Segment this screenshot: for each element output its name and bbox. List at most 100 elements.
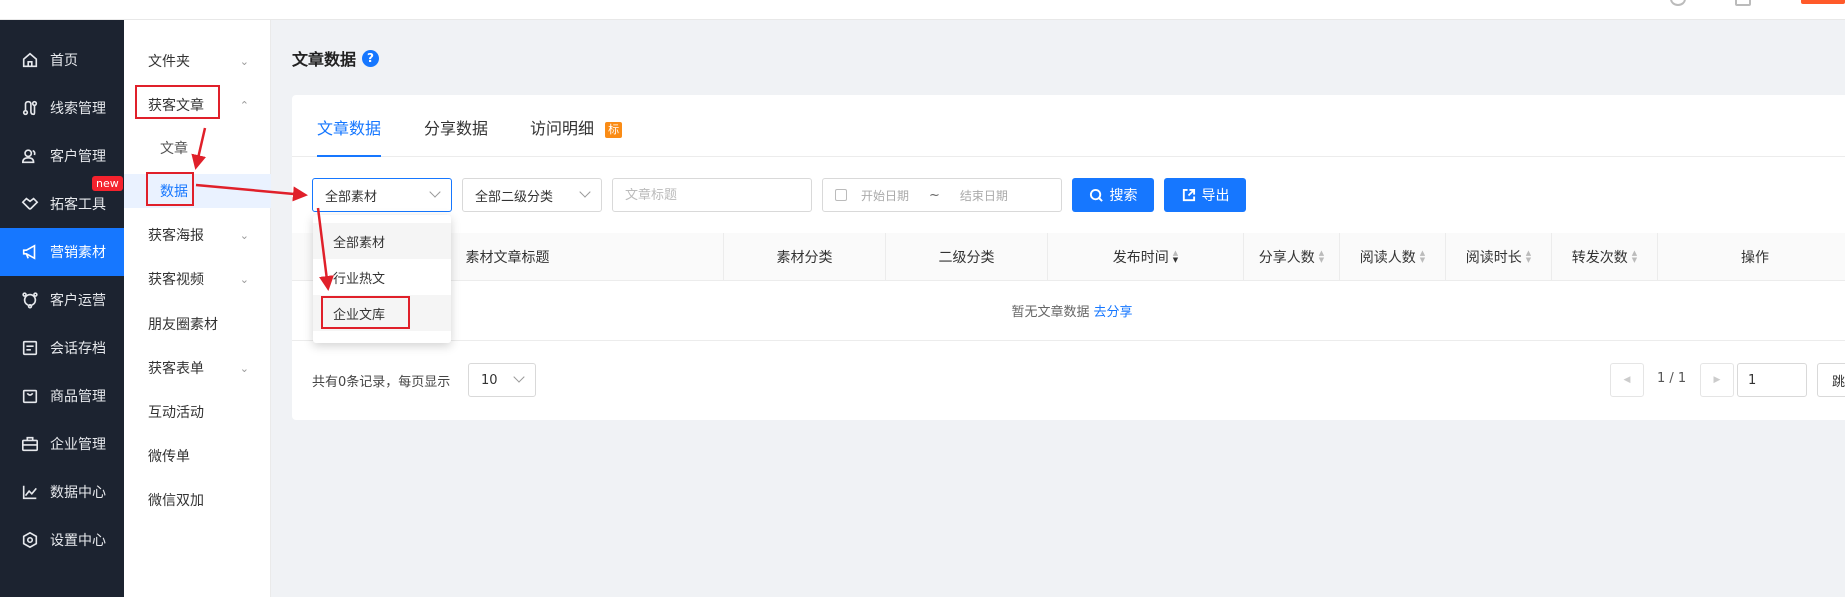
subnav-item-activities[interactable]: 互动活动 xyxy=(124,395,271,429)
title-search-field[interactable] xyxy=(612,178,812,212)
nav-item-home[interactable]: 首页 xyxy=(0,36,124,84)
page-size-value: 10 xyxy=(481,372,498,388)
settings-icon xyxy=(20,530,40,550)
page-title: 文章数据 ? xyxy=(292,46,380,70)
column-label: 阅读人数 xyxy=(1359,250,1416,266)
subnav-label: 文件夹 xyxy=(148,54,190,70)
subnav-item-articles[interactable]: 获客文章 ⌃ xyxy=(124,88,271,122)
start-date-input[interactable]: 开始日期 xyxy=(861,187,909,204)
column-share-count[interactable]: 分享人数 ▲ ▼ xyxy=(1244,233,1340,281)
nav-item-label: 商品管理 xyxy=(50,389,106,405)
search-button[interactable]: 搜索 xyxy=(1072,178,1154,212)
subnav-item-moments[interactable]: 朋友圈素材 xyxy=(124,307,271,341)
subnav-label: 微信双加 xyxy=(148,493,204,509)
chevron-down-icon: ⌄ xyxy=(239,272,249,286)
sort-icon[interactable]: ▲ ▼ xyxy=(1173,250,1178,264)
help-circle-icon[interactable] xyxy=(1670,0,1686,6)
subnav-item-posters[interactable]: 获客海报 ⌄ xyxy=(124,218,271,252)
subnav-item-forms[interactable]: 获客表单 ⌄ xyxy=(124,351,271,385)
jump-button[interactable]: 跳转 xyxy=(1817,363,1845,397)
export-button[interactable]: 导出 xyxy=(1164,178,1246,212)
subnav-label: 数据 xyxy=(160,184,188,200)
nav-item-label: 客户运营 xyxy=(50,293,106,309)
nav-item-operations[interactable]: 客户运营 xyxy=(0,276,124,324)
category-select-value: 全部素材 xyxy=(325,189,378,205)
top-bar xyxy=(0,0,1845,20)
sort-icon[interactable]: ▲ ▼ xyxy=(1420,250,1425,264)
title-search-input[interactable] xyxy=(625,187,811,203)
column-label: 发布时间 xyxy=(1112,250,1169,266)
subcategory-select-value: 全部二级分类 xyxy=(475,189,554,205)
subnav-label: 获客视频 xyxy=(148,272,204,288)
nav-item-archive[interactable]: 会话存档 xyxy=(0,324,124,372)
column-forward-count[interactable]: 转发次数 ▲ ▼ xyxy=(1552,233,1658,281)
tab-label: 分享数据 xyxy=(424,119,489,138)
table-empty-row: 暂无文章数据 去分享 xyxy=(292,281,1845,341)
next-page-button[interactable]: ▶ xyxy=(1700,363,1734,397)
nav-item-tools[interactable]: 拓客工具 new xyxy=(0,176,124,228)
route-icon xyxy=(20,98,40,118)
subnav-item-data[interactable]: 数据 xyxy=(124,174,271,208)
subnav-item-videos[interactable]: 获客视频 ⌄ xyxy=(124,262,271,296)
category-dropdown: 全部素材 行业热文 企业文库 xyxy=(313,215,451,343)
dropdown-option-all[interactable]: 全部素材 xyxy=(313,223,451,259)
column-category: 素材分类 xyxy=(724,233,886,281)
column-subcategory: 二级分类 xyxy=(886,233,1048,281)
subnav-item-folder[interactable]: 文件夹 ⌄ xyxy=(124,44,271,78)
end-date-input[interactable]: 结束日期 xyxy=(960,187,1008,204)
column-publish-time[interactable]: 发布时间 ▲ ▼ xyxy=(1048,233,1244,281)
nav-item-label: 数据中心 xyxy=(50,485,106,501)
megaphone-icon xyxy=(20,242,40,262)
dropdown-option-enterprise-library[interactable]: 企业文库 xyxy=(313,295,451,331)
column-label: 分享人数 xyxy=(1258,250,1315,266)
subnav-item-wechat-double[interactable]: 微信双加 xyxy=(124,483,271,517)
column-read-duration[interactable]: 阅读时长 ▲ ▼ xyxy=(1446,233,1552,281)
chevron-down-icon xyxy=(579,186,591,198)
tab-share-data[interactable]: 分享数据 xyxy=(424,115,488,157)
nav-item-marketing[interactable]: 营销素材 xyxy=(0,228,124,276)
subnav-item-article[interactable]: 文章 xyxy=(124,131,271,165)
tab-label: 访问明细 xyxy=(530,119,595,138)
pagination-summary: 共有0条记录，每页显示 xyxy=(312,375,451,390)
nav-item-customers[interactable]: 客户管理 xyxy=(0,132,124,180)
export-icon xyxy=(1182,188,1195,201)
nav-item-data-center[interactable]: 数据中心 xyxy=(0,468,124,516)
subcategory-select[interactable]: 全部二级分类 xyxy=(462,178,602,212)
nav-item-label: 营销素材 xyxy=(50,245,106,261)
handshake-icon xyxy=(20,194,40,214)
nav-item-products[interactable]: 商品管理 xyxy=(0,372,124,420)
bag-icon xyxy=(20,386,40,406)
subnav-label: 微传单 xyxy=(148,449,190,465)
nav-item-label: 设置中心 xyxy=(50,533,106,549)
dropdown-option-industry[interactable]: 行业热文 xyxy=(313,259,451,295)
page-number-input[interactable]: 1 xyxy=(1737,363,1807,397)
page-info: 1 / 1 xyxy=(1657,371,1687,386)
chevron-down-icon: ⌄ xyxy=(239,54,249,68)
tab-article-data[interactable]: 文章数据 xyxy=(317,115,382,157)
category-select[interactable]: 全部素材 xyxy=(312,178,452,212)
sort-icon[interactable]: ▲ ▼ xyxy=(1632,250,1637,264)
users-icon xyxy=(20,146,40,166)
column-label: 操作 xyxy=(1741,250,1769,266)
subnav-label: 文章 xyxy=(160,141,188,157)
document-icon xyxy=(20,338,40,358)
subnav-item-flyer[interactable]: 微传单 xyxy=(124,439,271,473)
bell-icon[interactable] xyxy=(1735,0,1751,6)
page-size-select[interactable]: 10 xyxy=(468,363,536,397)
tab-visit-detail[interactable]: 访问明细 标 xyxy=(530,115,623,157)
help-icon[interactable]: ? xyxy=(362,49,380,67)
nav-item-enterprise[interactable]: 企业管理 xyxy=(0,420,124,468)
column-read-count[interactable]: 阅读人数 ▲ ▼ xyxy=(1340,233,1446,281)
go-share-link[interactable]: 去分享 xyxy=(1094,301,1133,320)
user-avatar[interactable] xyxy=(1801,0,1845,4)
prev-page-button[interactable]: ◀ xyxy=(1610,363,1644,397)
nav-item-settings[interactable]: 设置中心 xyxy=(0,516,124,564)
chart-line-icon xyxy=(20,482,40,502)
sort-icon[interactable]: ▲ ▼ xyxy=(1526,250,1531,264)
search-button-label: 搜索 xyxy=(1109,188,1138,204)
date-range-picker[interactable]: 开始日期 ~ 结束日期 xyxy=(822,178,1062,212)
sort-icon[interactable]: ▲ ▼ xyxy=(1319,250,1324,264)
nav-item-leads[interactable]: 线索管理 xyxy=(0,84,124,132)
column-label: 转发次数 xyxy=(1571,250,1628,266)
branch-icon xyxy=(20,290,40,310)
